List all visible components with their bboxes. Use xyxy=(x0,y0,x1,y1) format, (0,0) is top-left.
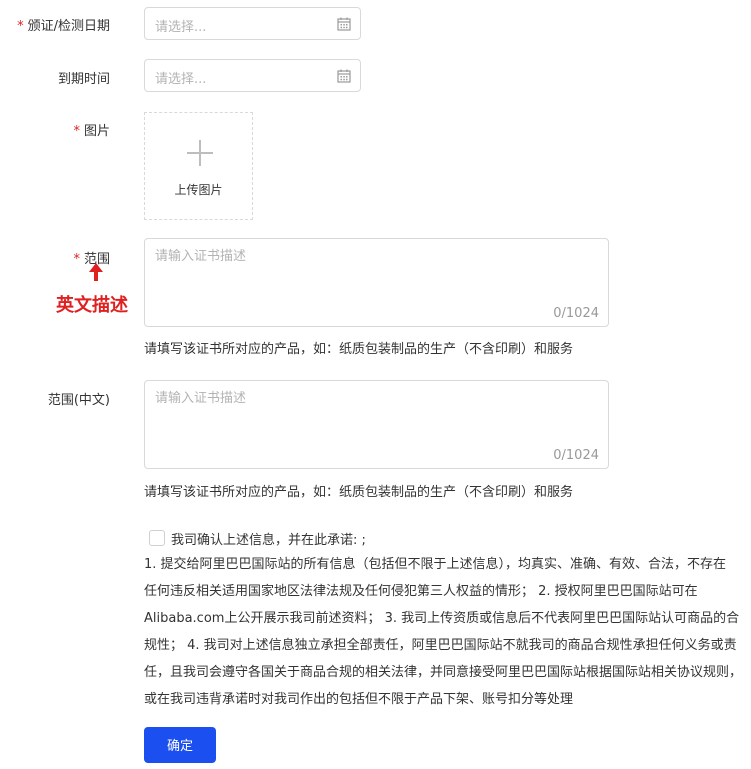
char-counter: 0/1024 xyxy=(553,306,599,321)
issue-date-label-text: 颁证/检测日期 xyxy=(27,19,110,34)
commitment-line: Alibaba.com上公开展示我司前述资料； 3. 我司上传资质或信息后不代表… xyxy=(144,611,740,626)
annotation-english-description: 英文描述 xyxy=(56,295,128,316)
expire-date-label: 到期时间 xyxy=(57,72,110,87)
expire-date-placeholder: 请选择... xyxy=(155,72,207,87)
issue-date-placeholder: 请选择... xyxy=(155,20,207,35)
char-counter: 0/1024 xyxy=(553,448,599,463)
commitment-line: 任何违反相关适用国家地区法律法规及任何侵犯第三人权益的情形； 2. 授权阿里巴巴… xyxy=(144,584,698,599)
commitment-line: 或在我司违背承诺时对我司作出的包括但不限于产品下架、账号扣分等处理 xyxy=(144,692,574,707)
commitment-text: 1. 提交给阿里巴巴国际站的所有信息（包括但不限于上述信息），均真实、准确、有效… xyxy=(144,551,749,713)
arrow-up-icon xyxy=(89,263,103,281)
issue-date-label: * 颁证/检测日期 xyxy=(10,15,110,34)
required-mark: * xyxy=(17,19,24,34)
commitment-line: 1. 提交给阿里巴巴国际站的所有信息（包括但不限于上述信息），均真实、准确、有效… xyxy=(144,557,727,572)
scope-cn-help-text: 请填写该证书所对应的产品，如：纸质包装制品的生产（不含印刷）和服务 xyxy=(144,485,574,500)
calendar-icon[interactable] xyxy=(337,17,351,31)
expire-date-picker[interactable]: 请选择... xyxy=(144,59,361,92)
commitment-line: 规性； 4. 我司对上述信息独立承担全部责任，阿里巴巴国际站不就我司的商品合规性… xyxy=(144,638,737,653)
scope-placeholder: 请输入证书描述 xyxy=(155,249,247,264)
image-upload-area[interactable]: 上传图片 xyxy=(144,112,253,220)
scope-help-text: 请填写该证书所对应的产品，如：纸质包装制品的生产（不含印刷）和服务 xyxy=(144,342,574,357)
required-mark: * xyxy=(73,124,80,139)
scope-cn-label: 范围(中文) xyxy=(47,393,110,408)
image-label-text: 图片 xyxy=(83,124,110,139)
plus-icon xyxy=(187,140,213,166)
scope-textarea[interactable]: 请输入证书描述 0/1024 xyxy=(144,238,609,327)
required-mark: * xyxy=(73,252,80,267)
commitment-checkbox-label: 我司确认上述信息，并在此承诺: ; xyxy=(171,533,366,548)
upload-image-text: 上传图片 xyxy=(174,183,223,197)
scope-cn-placeholder: 请输入证书描述 xyxy=(155,391,247,406)
calendar-icon[interactable] xyxy=(337,69,351,83)
image-label: * 图片 xyxy=(10,120,110,139)
commitment-line: 任，且我司会遵守各国关于商品合规的相关法律，并同意接受阿里巴巴国际站根据国际站相… xyxy=(144,665,743,680)
confirm-button[interactable]: 确定 xyxy=(144,727,216,763)
commitment-checkbox[interactable] xyxy=(149,530,165,546)
scope-cn-textarea[interactable]: 请输入证书描述 0/1024 xyxy=(144,380,609,469)
issue-date-picker[interactable]: 请选择... xyxy=(144,7,361,40)
